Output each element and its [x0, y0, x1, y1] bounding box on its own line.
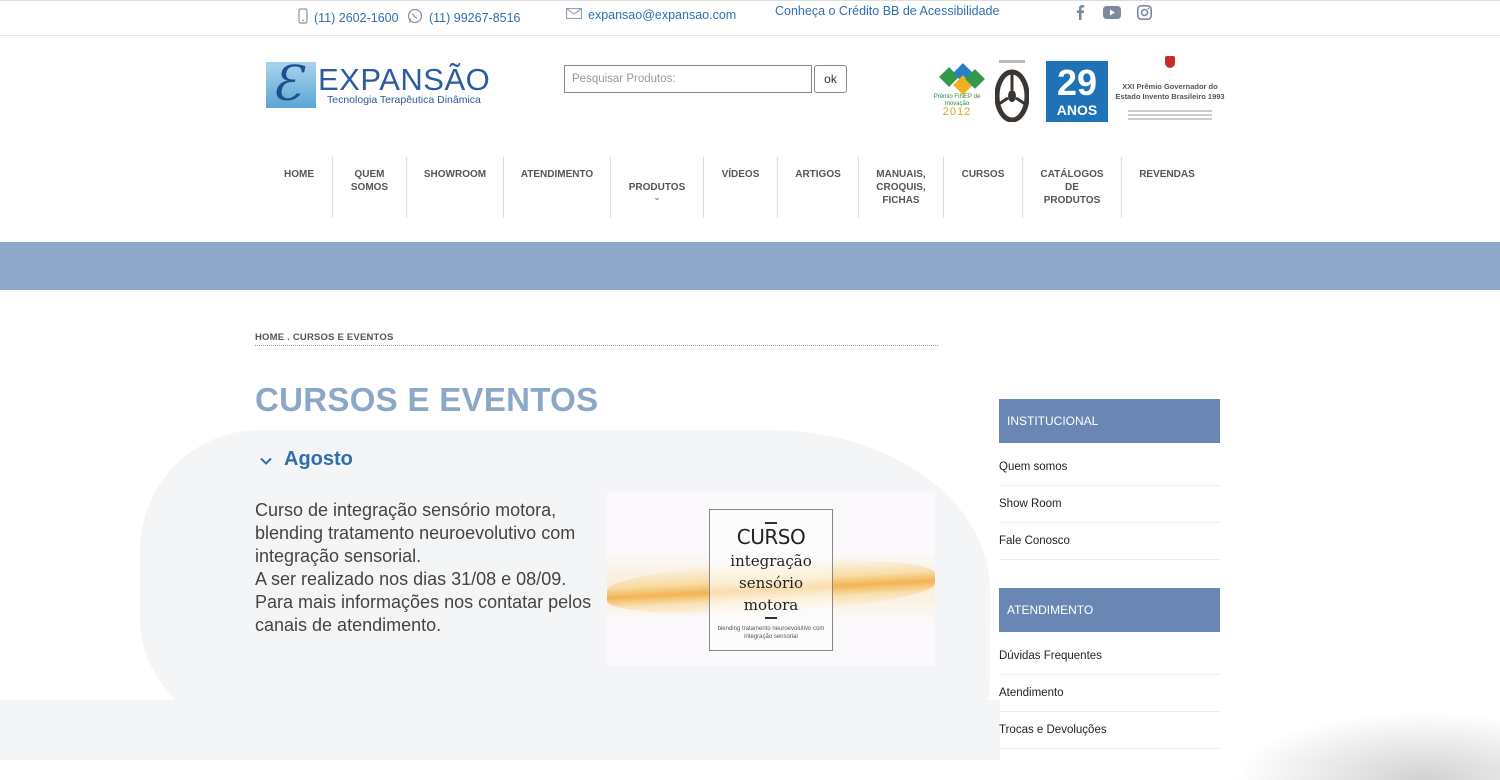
- chevron-down-icon: [260, 452, 274, 468]
- page-banner-band: [0, 242, 1500, 290]
- sidebar: INSTITUCIONAL Quem somos Show Room Fale …: [999, 399, 1220, 749]
- search-submit-button[interactable]: ok: [814, 65, 847, 93]
- poster-subtitle: integração sensório motora: [730, 552, 812, 614]
- nav-quem-somos[interactable]: QUEM SOMOS: [333, 157, 407, 218]
- accordion-label: Agosto: [284, 448, 353, 470]
- email-address[interactable]: expansao@expansao.com: [588, 8, 736, 22]
- description-line: Curso de integração sensório motora, ble…: [255, 500, 576, 566]
- sidebar-link-duvidas-frequentes[interactable]: Dúvidas Frequentes: [999, 638, 1220, 675]
- corner-shadow: [1200, 700, 1500, 780]
- phone-number-2[interactable]: (11) 99267-8516: [429, 11, 521, 25]
- course-poster-image: CURSO integração sensório motora blendin…: [607, 492, 935, 666]
- nav-revendas[interactable]: REVENDAS: [1122, 157, 1212, 218]
- sidebar-header-institucional: INSTITUCIONAL: [999, 399, 1220, 443]
- logo-brand-text: EXPANSÃO: [318, 62, 491, 97]
- nav-videos[interactable]: VÍDEOS: [704, 157, 778, 218]
- youtube-icon[interactable]: [1103, 4, 1121, 20]
- sidebar-link-show-room[interactable]: Show Room: [999, 486, 1220, 523]
- main-navigation: HOME QUEM SOMOS SHOWROOM ATENDIMENTO PRO…: [266, 157, 1212, 218]
- phone-number-1[interactable]: (11) 2602-1600: [314, 11, 399, 25]
- nav-produtos-label: PRODUTOS: [628, 182, 686, 193]
- anniversary-number: 29: [1056, 62, 1098, 103]
- nav-showroom[interactable]: SHOWROOM: [407, 157, 504, 218]
- nav-cursos[interactable]: CURSOS: [944, 157, 1023, 218]
- accessibility-link[interactable]: Conheça o Crédito BB de Acessibilidade: [775, 4, 999, 18]
- expansao-logo[interactable]: Ɛ EXPANSÃO Tecnologia Terapêutica Dinâmi…: [266, 56, 490, 112]
- logo-mark-icon: Ɛ: [266, 56, 316, 112]
- sidebar-link-trocas-devolucoes[interactable]: Trocas e Devoluções: [999, 712, 1220, 749]
- accordion-header-agosto[interactable]: Agosto: [260, 448, 353, 471]
- sidebar-link-atendimento[interactable]: Atendimento: [999, 675, 1220, 712]
- nav-produtos[interactable]: PRODUTOS ⌄: [611, 157, 704, 218]
- poster-title: CURSO: [736, 525, 806, 549]
- finep-award-logo: Prêmio FINEP de Inovação 2012: [932, 63, 985, 118]
- finep-award-year: 2012: [942, 106, 972, 118]
- breadcrumb[interactable]: HOME . CURSOS E EVENTOS: [255, 332, 938, 346]
- envelope-icon: [566, 8, 582, 22]
- anniversary-badge: 29 ANOS: [1046, 61, 1108, 122]
- mobile-phone-icon: [298, 8, 308, 27]
- whatsapp-contact[interactable]: (11) 99267-8516: [407, 8, 521, 27]
- poster-card: CURSO integração sensório motora blendin…: [709, 509, 833, 651]
- sidebar-header-atendimento: ATENDIMENTO: [999, 588, 1220, 632]
- nav-atendimento[interactable]: ATENDIMENTO: [504, 157, 611, 218]
- logo-tagline: Tecnologia Terapêutica Dinâmica: [327, 94, 481, 106]
- governor-award-text: XXI Prêmio Governador do Estado Invento …: [1115, 82, 1225, 101]
- facebook-icon[interactable]: [1071, 4, 1089, 20]
- chevron-down-icon: ⌄: [653, 193, 661, 202]
- description-line: A ser realizado nos dias 31/08 e 08/09.: [255, 569, 567, 589]
- email-contact[interactable]: expansao@expansao.com: [566, 8, 736, 22]
- description-line: Para mais informações nos contatar pelos…: [255, 592, 592, 635]
- course-description: Curso de integração sensório motora, ble…: [255, 499, 600, 637]
- steering-wheel-award-icon: [994, 60, 1030, 123]
- state-crest-icon: [1165, 56, 1175, 68]
- page-title: CURSOS E EVENTOS: [255, 381, 599, 418]
- nav-manuais[interactable]: MANUAIS, CROQUIS, FICHAS: [859, 157, 944, 218]
- nav-home[interactable]: HOME: [266, 157, 333, 218]
- governor-award-logo: XXI Prêmio Governador do Estado Invento …: [1114, 56, 1226, 126]
- whatsapp-icon: [407, 8, 423, 27]
- nav-catalogos[interactable]: CATÁLOGOS DE PRODUTOS: [1023, 157, 1122, 218]
- poster-caption: blending tratamento neuroevolutivo com i…: [717, 626, 825, 640]
- anniversary-label: ANOS: [1056, 102, 1098, 118]
- sidebar-link-quem-somos[interactable]: Quem somos: [999, 449, 1220, 486]
- nav-artigos[interactable]: ARTIGOS: [778, 157, 859, 218]
- product-search-input[interactable]: [564, 65, 812, 93]
- background-shape-bottom: [0, 700, 1000, 760]
- social-links: [1071, 4, 1153, 20]
- top-contact-bar: (11) 2602-1600 (11) 99267-8516 expansao@…: [0, 0, 1500, 36]
- sidebar-link-fale-conosco[interactable]: Fale Conosco: [999, 523, 1220, 560]
- phone-contact[interactable]: (11) 2602-1600: [298, 8, 399, 27]
- instagram-icon[interactable]: [1135, 4, 1153, 20]
